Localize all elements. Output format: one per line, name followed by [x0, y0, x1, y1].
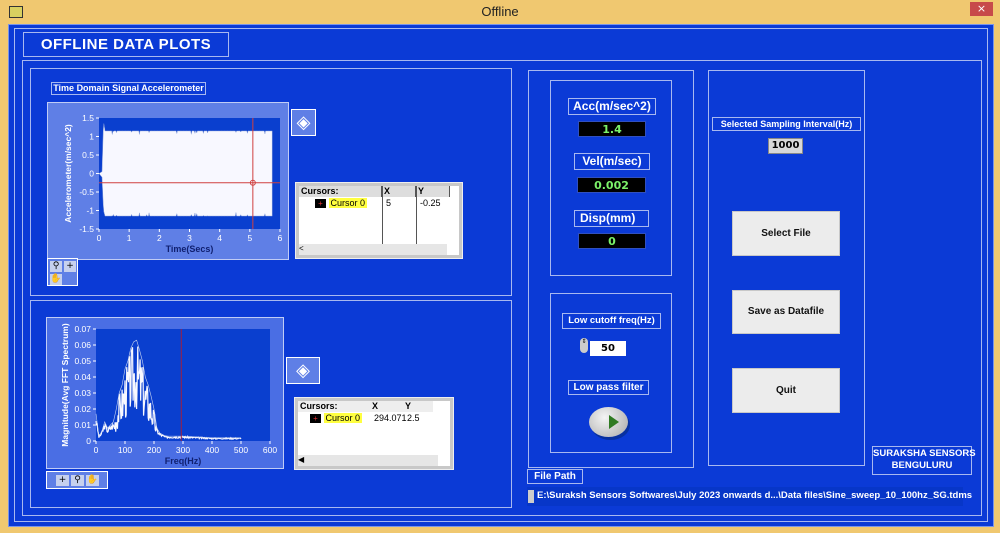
- page-title: OFFLINE DATA PLOTS: [23, 32, 229, 57]
- increment-decrement-icon[interactable]: ⇕: [580, 338, 588, 353]
- x-tick-label: 100: [118, 445, 132, 455]
- cursor-move-icon[interactable]: ◈: [286, 357, 320, 384]
- x-tick-label: 600: [263, 445, 277, 455]
- cutoff-input[interactable]: 50: [590, 341, 626, 356]
- acc-display: 1.4: [578, 121, 646, 137]
- select-file-button[interactable]: Select File: [732, 211, 840, 256]
- y-tick-label: 0: [86, 436, 91, 446]
- acc-label: Acc(m/sec^2): [568, 98, 656, 115]
- disp-display: 0: [578, 233, 646, 249]
- cursor-x: 5: [386, 198, 392, 208]
- cursor-name: Cursor 0: [323, 413, 363, 423]
- x-tick-label: 400: [205, 445, 219, 455]
- x-axis-label: Freq(Hz): [165, 456, 202, 466]
- cursor-name: Cursor 0: [328, 198, 368, 208]
- cursor-marker-icon: +: [310, 414, 321, 423]
- cursor-move-icon[interactable]: ◈: [291, 109, 316, 136]
- graph-palette: ⚲ + ✋: [47, 258, 78, 286]
- vel-label: Vel(m/sec): [574, 153, 650, 170]
- crosshair-icon[interactable]: +: [64, 261, 76, 272]
- y-tick-label: 0.07: [74, 324, 91, 334]
- y-tick-label: 0.5: [82, 150, 94, 160]
- file-path-field[interactable]: E:\Suraksh Sensors Softwares\July 2023 o…: [527, 487, 972, 506]
- time-cursor-legend[interactable]: Cursors: X Y + Cursor 0 5 -0.25 <: [295, 182, 463, 259]
- signal-trace: [98, 123, 273, 217]
- pan-hand-icon[interactable]: ✋: [50, 274, 62, 285]
- cursor-y: -0.25: [420, 198, 441, 208]
- x-tick-label: 5: [247, 233, 252, 243]
- y-tick-label: -1.5: [79, 224, 94, 234]
- browse-icon[interactable]: [528, 490, 534, 503]
- col-x: X: [370, 401, 403, 412]
- col-y: Y: [403, 401, 433, 412]
- sampling-display: 1000: [768, 138, 803, 154]
- cursor-marker-icon: +: [315, 199, 326, 208]
- horizontal-scrollbar[interactable]: ◀: [298, 455, 438, 466]
- col-x: X: [382, 186, 416, 197]
- zoom-icon[interactable]: ⚲: [50, 261, 62, 272]
- disp-label: Disp(mm): [574, 210, 649, 227]
- low-pass-filter-toggle[interactable]: [589, 407, 628, 437]
- brand-line2: BENGULURU: [891, 460, 953, 471]
- x-tick-label: 0: [97, 233, 102, 243]
- x-tick-label: 1: [127, 233, 132, 243]
- horizontal-scrollbar[interactable]: <: [299, 244, 447, 255]
- y-tick-label: 0.04: [74, 372, 91, 382]
- cutoff-label: Low cutoff freq(Hz): [562, 313, 661, 329]
- y-tick-label: -0.5: [79, 187, 94, 197]
- sampling-label: Selected Sampling Interval(Hz): [712, 117, 861, 131]
- pan-hand-icon[interactable]: ✋: [86, 475, 99, 486]
- x-tick-label: 6: [278, 233, 283, 243]
- fft-graph[interactable]: 0 100 200 300 400 500 600 0.07 0.06 0.05 0.04 0.03 0…: [46, 317, 284, 469]
- y-axis-label: Accelerometer(m/sec^2): [63, 124, 73, 223]
- vel-display: 0.002: [577, 177, 646, 193]
- y-tick-label: 0.06: [74, 340, 91, 350]
- close-button[interactable]: ×: [970, 2, 993, 16]
- col-y: Y: [416, 186, 450, 197]
- cursor-row[interactable]: + Cursor 0: [313, 198, 368, 209]
- y-tick-label: 1.5: [82, 113, 94, 123]
- y-tick-label: 0.03: [74, 388, 91, 398]
- lpf-label: Low pass filter: [568, 380, 649, 395]
- quit-button[interactable]: Quit: [732, 368, 840, 413]
- x-tick-label: 3: [187, 233, 192, 243]
- file-path-label: File Path: [527, 469, 583, 484]
- x-tick-label: 0: [94, 445, 99, 455]
- brand-box: SURAKSHA SENSORS BENGULURU: [872, 446, 976, 475]
- fft-cursor-legend[interactable]: Cursors: X Y + Cursor 0 294.071 2.5 ◀: [294, 397, 454, 470]
- crosshair-icon[interactable]: +: [56, 475, 69, 486]
- x-tick-label: 300: [176, 445, 190, 455]
- x-axis-label: Time(Secs): [166, 244, 214, 254]
- time-graph-label: Time Domain Signal Accelerometer: [51, 82, 206, 95]
- window-title: Offline: [481, 4, 519, 19]
- y-tick-label: 0.01: [74, 420, 91, 430]
- save-datafile-button[interactable]: Save as Datafile: [732, 290, 840, 334]
- x-tick-label: 200: [147, 445, 161, 455]
- x-tick-label: 2: [157, 233, 162, 243]
- y-tick-label: 0.05: [74, 356, 91, 366]
- y-axis-label: Magnitude(Avg FFT Spectrum): [60, 323, 70, 447]
- x-tick-label: 4: [217, 233, 222, 243]
- brand-line1: SURAKSHA SENSORS: [873, 448, 976, 459]
- play-icon: [609, 415, 619, 429]
- zoom-icon[interactable]: ⚲: [71, 475, 84, 486]
- graph-palette: + ⚲ ✋: [46, 471, 108, 489]
- col-cursors: Cursors:: [299, 186, 382, 197]
- cursor-x: 294.071: [374, 413, 407, 423]
- y-tick-label: -1: [86, 206, 94, 216]
- y-tick-label: 0: [89, 169, 94, 179]
- time-graph[interactable]: 0 1 2 3 4 5 6 1.5 1 0.5 0 -0.5 -1 -1.5 Time(Secs) Accel…: [47, 102, 289, 260]
- y-tick-label: 0.02: [74, 404, 91, 414]
- y-tick-label: 1: [89, 132, 94, 142]
- x-tick-label: 500: [234, 445, 248, 455]
- cursor-row[interactable]: + Cursor 0: [308, 413, 363, 424]
- col-cursors: Cursors:: [298, 401, 370, 412]
- cursor-y: 2.5: [407, 413, 420, 423]
- file-path-value: E:\Suraksh Sensors Softwares\July 2023 o…: [537, 490, 973, 501]
